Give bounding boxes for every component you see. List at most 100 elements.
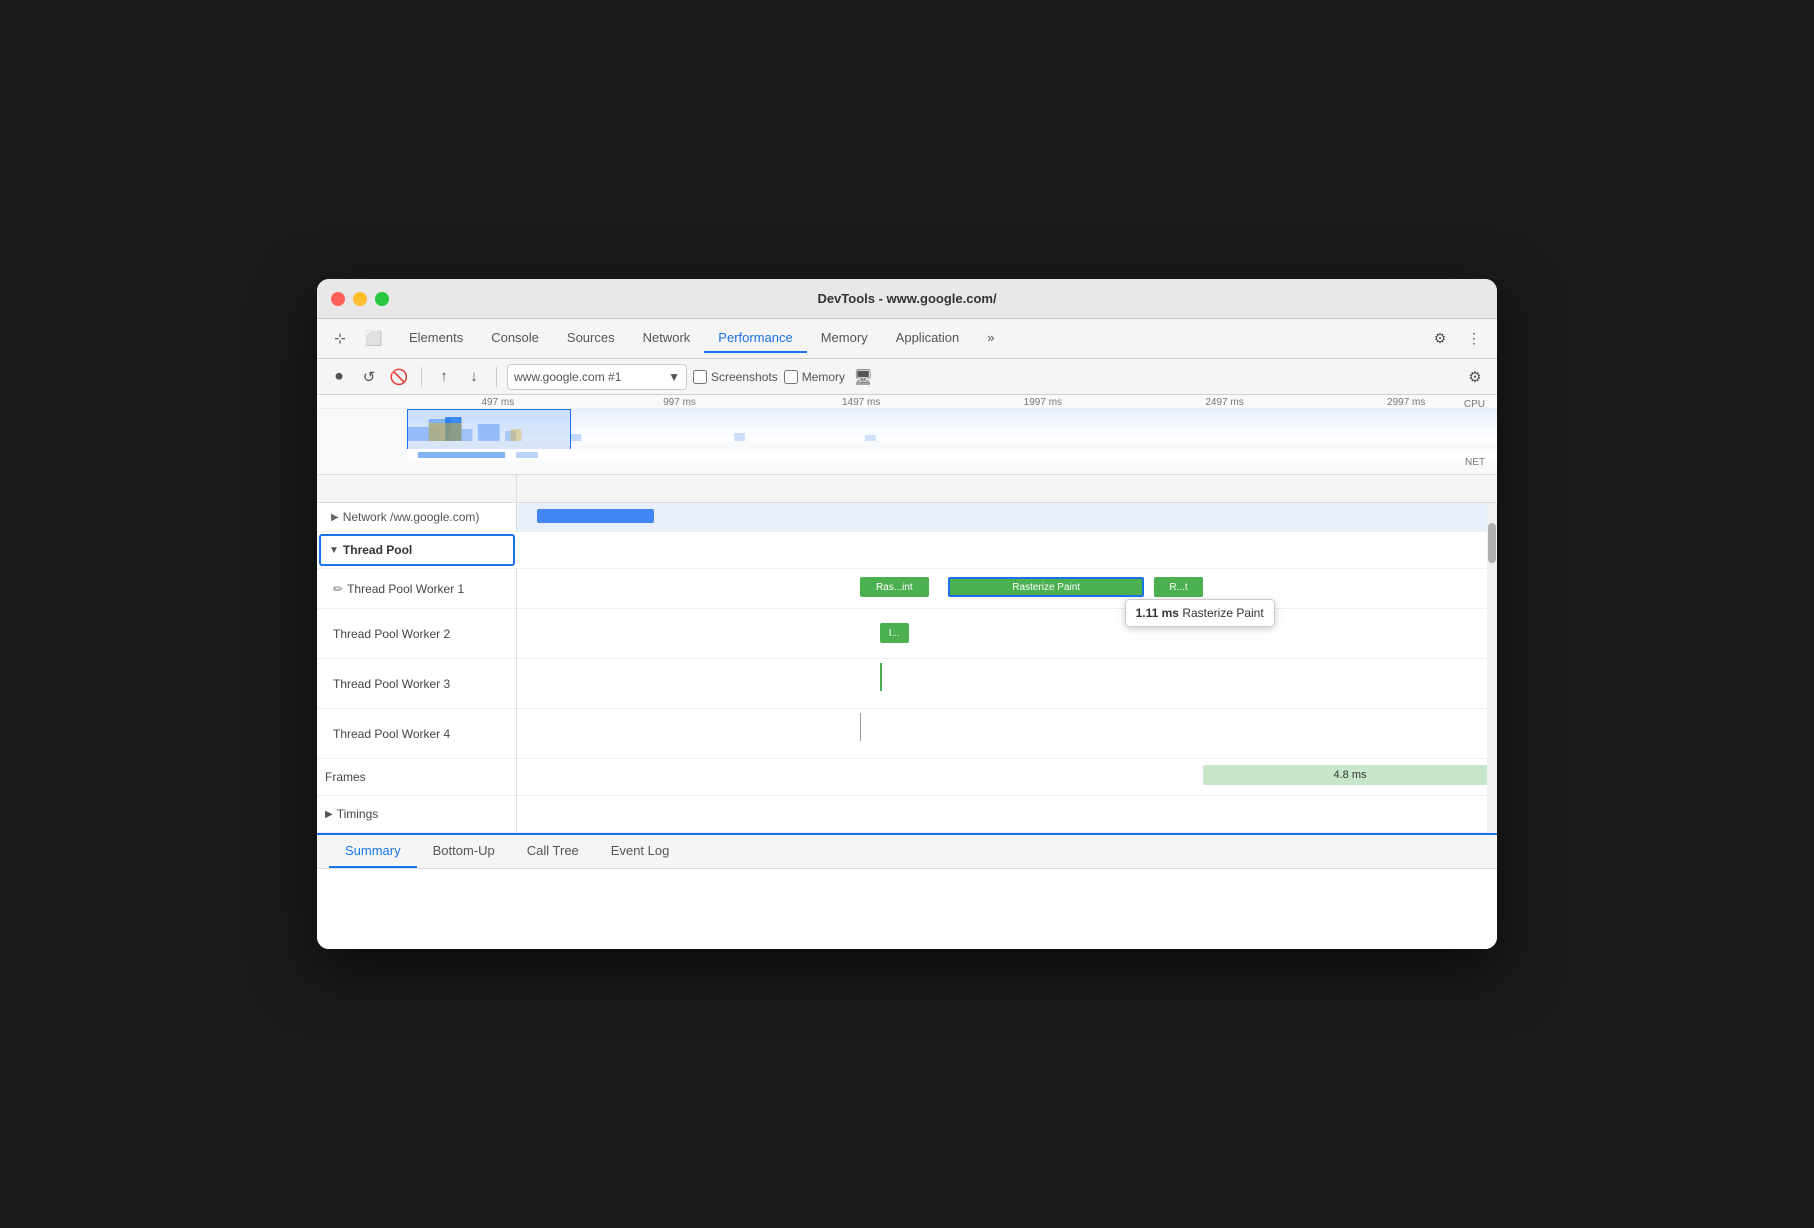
timings-label-text: Timings bbox=[337, 807, 379, 821]
tab-performance[interactable]: Performance bbox=[704, 324, 806, 353]
net-chart bbox=[407, 450, 1497, 461]
track-container[interactable]: ▶ Network /ww.google.com) ▼ Thread Pool bbox=[317, 503, 1497, 833]
screenshots-checkbox-group: Screenshots bbox=[693, 370, 778, 384]
network-collapse-arrow[interactable]: ▶ bbox=[331, 512, 339, 523]
tab-summary[interactable]: Summary bbox=[329, 835, 417, 868]
overview-ruler-1: 997 ms bbox=[589, 397, 771, 408]
toolbar-right: ⚙ ⋮ bbox=[1427, 326, 1487, 352]
worker4-label: Thread Pool Worker 4 bbox=[317, 709, 517, 758]
network-bar[interactable] bbox=[537, 509, 655, 523]
worker2-row: Thread Pool Worker 2 I... bbox=[317, 609, 1497, 659]
settings-button[interactable]: ⚙ bbox=[1427, 326, 1453, 352]
close-button[interactable] bbox=[331, 292, 345, 306]
thread-pool-label[interactable]: ▼ Thread Pool bbox=[319, 534, 515, 566]
worker4-content[interactable] bbox=[517, 709, 1497, 758]
frames-label: Frames bbox=[317, 759, 517, 795]
frames-bar[interactable]: 4.8 ms bbox=[1203, 765, 1497, 785]
separator bbox=[421, 367, 422, 387]
maximize-button[interactable] bbox=[375, 292, 389, 306]
overview-ruler-3: 1997 ms bbox=[952, 397, 1134, 408]
title-bar: DevTools - www.google.com/ bbox=[317, 279, 1497, 319]
tab-bottom-up[interactable]: Bottom-Up bbox=[417, 835, 511, 868]
device-button[interactable]: ⬜ bbox=[361, 326, 387, 352]
worker2-label: Thread Pool Worker 2 bbox=[317, 609, 517, 658]
minimize-button[interactable] bbox=[353, 292, 367, 306]
worker1-row: ✏ Thread Pool Worker 1 Ras...int Rasteri… bbox=[317, 569, 1497, 609]
thread-pool-label-text: Thread Pool bbox=[343, 543, 412, 557]
task-rt[interactable]: R...t bbox=[1154, 577, 1203, 597]
worker1-label-text: Thread Pool Worker 1 bbox=[347, 582, 464, 596]
overview-chart[interactable] bbox=[407, 409, 1497, 461]
tab-console[interactable]: Console bbox=[477, 324, 553, 353]
thread-pool-header-row: ▼ Thread Pool bbox=[317, 532, 1497, 569]
main-content: 305 ms 306 ms 307 ms 308 ms 309 ms bbox=[317, 475, 1497, 833]
memory-checkbox-group: Memory bbox=[784, 370, 845, 384]
bottom-tabs: Summary Bottom-Up Call Tree Event Log bbox=[317, 835, 1497, 869]
download-button[interactable]: ↓ bbox=[462, 365, 486, 389]
more-button[interactable]: ⋮ bbox=[1461, 326, 1487, 352]
task-rasterize-paint[interactable]: Rasterize Paint bbox=[948, 577, 1144, 597]
frames-label-text: Frames bbox=[325, 770, 366, 784]
window-title: DevTools - www.google.com/ bbox=[817, 291, 996, 306]
timings-row: ▶ Timings bbox=[317, 796, 1497, 833]
ruler-left bbox=[317, 475, 517, 502]
memory-label: Memory bbox=[802, 370, 845, 384]
clear-button[interactable]: 🚫 bbox=[387, 365, 411, 389]
upload-button[interactable]: ↑ bbox=[432, 365, 456, 389]
tab-event-log[interactable]: Event Log bbox=[595, 835, 686, 868]
timings-label[interactable]: ▶ Timings bbox=[317, 796, 517, 832]
tab-network[interactable]: Network bbox=[629, 324, 705, 353]
overview-ruler-0: 497 ms bbox=[407, 397, 589, 408]
cpu-chart bbox=[407, 409, 1497, 441]
cpu-label: CPU bbox=[1464, 399, 1485, 410]
worker3-row: Thread Pool Worker 3 bbox=[317, 659, 1497, 709]
screenshots-label: Screenshots bbox=[711, 370, 778, 384]
frames-content[interactable]: 4.8 ms bbox=[517, 759, 1497, 795]
worker2-content[interactable]: I... bbox=[517, 609, 1497, 658]
worker4-label-text: Thread Pool Worker 4 bbox=[333, 727, 450, 741]
worker3-content[interactable] bbox=[517, 659, 1497, 708]
nav-toolbar: ⊹ ⬜ Elements Console Sources Network Per… bbox=[317, 319, 1497, 359]
bottom-panel: Summary Bottom-Up Call Tree Event Log bbox=[317, 833, 1497, 949]
timeline-overview[interactable]: 497 ms 997 ms 1497 ms 1997 ms 2497 ms 29… bbox=[317, 395, 1497, 475]
tab-memory[interactable]: Memory bbox=[807, 324, 882, 353]
network-track-row: ▶ Network /ww.google.com) bbox=[317, 503, 1497, 532]
timings-arrow[interactable]: ▶ bbox=[325, 809, 333, 820]
task-worker3-1[interactable] bbox=[880, 663, 882, 691]
nav-tabs: Elements Console Sources Network Perform… bbox=[395, 324, 1419, 353]
tab-more[interactable]: » bbox=[973, 324, 1008, 353]
task-worker2-1[interactable]: I... bbox=[880, 623, 909, 643]
cpu-button[interactable]: 🖥 bbox=[851, 365, 875, 389]
task-worker4-1[interactable] bbox=[860, 713, 861, 741]
scrollbar-thumb[interactable] bbox=[1488, 523, 1496, 563]
reload-button[interactable]: ↺ bbox=[357, 365, 381, 389]
screenshots-checkbox[interactable] bbox=[693, 370, 707, 384]
bottom-content bbox=[317, 869, 1497, 949]
traffic-lights bbox=[331, 292, 389, 306]
overview-ruler-2: 1497 ms bbox=[770, 397, 952, 408]
worker3-label-text: Thread Pool Worker 3 bbox=[333, 677, 450, 691]
memory-checkbox[interactable] bbox=[784, 370, 798, 384]
pencil-icon-1[interactable]: ✏ bbox=[333, 582, 343, 596]
timings-content bbox=[517, 796, 1497, 832]
perf-settings-button[interactable]: ⚙ bbox=[1463, 365, 1487, 389]
worker1-label: ✏ Thread Pool Worker 1 bbox=[317, 569, 517, 608]
worker2-label-text: Thread Pool Worker 2 bbox=[333, 627, 450, 641]
tab-elements[interactable]: Elements bbox=[395, 324, 477, 353]
task-rasint[interactable]: Ras...int bbox=[860, 577, 929, 597]
ruler-row: 305 ms 306 ms 307 ms 308 ms 309 ms bbox=[317, 475, 1497, 503]
record-button[interactable]: ⏺ bbox=[327, 365, 351, 389]
perf-toolbar: ⏺ ↺ 🚫 ↑ ↓ www.google.com #1 ▼ Screenshot… bbox=[317, 359, 1497, 395]
tab-call-tree[interactable]: Call Tree bbox=[511, 835, 595, 868]
network-label-text: Network /ww.google.com) bbox=[343, 510, 480, 524]
overview-ruler-4: 2497 ms bbox=[1134, 397, 1316, 408]
tab-sources[interactable]: Sources bbox=[553, 324, 629, 353]
thread-pool-arrow[interactable]: ▼ bbox=[329, 545, 339, 556]
worker1-content[interactable]: Ras...int Rasterize Paint R...t 1.11 ms bbox=[517, 569, 1497, 608]
inspect-button[interactable]: ⊹ bbox=[327, 326, 353, 352]
devtools-window: DevTools - www.google.com/ ⊹ ⬜ Elements … bbox=[317, 279, 1497, 949]
url-select[interactable]: www.google.com #1 ▼ bbox=[507, 364, 687, 390]
tab-application[interactable]: Application bbox=[882, 324, 974, 353]
network-track-content bbox=[517, 503, 1497, 531]
vertical-scrollbar[interactable] bbox=[1487, 503, 1497, 833]
